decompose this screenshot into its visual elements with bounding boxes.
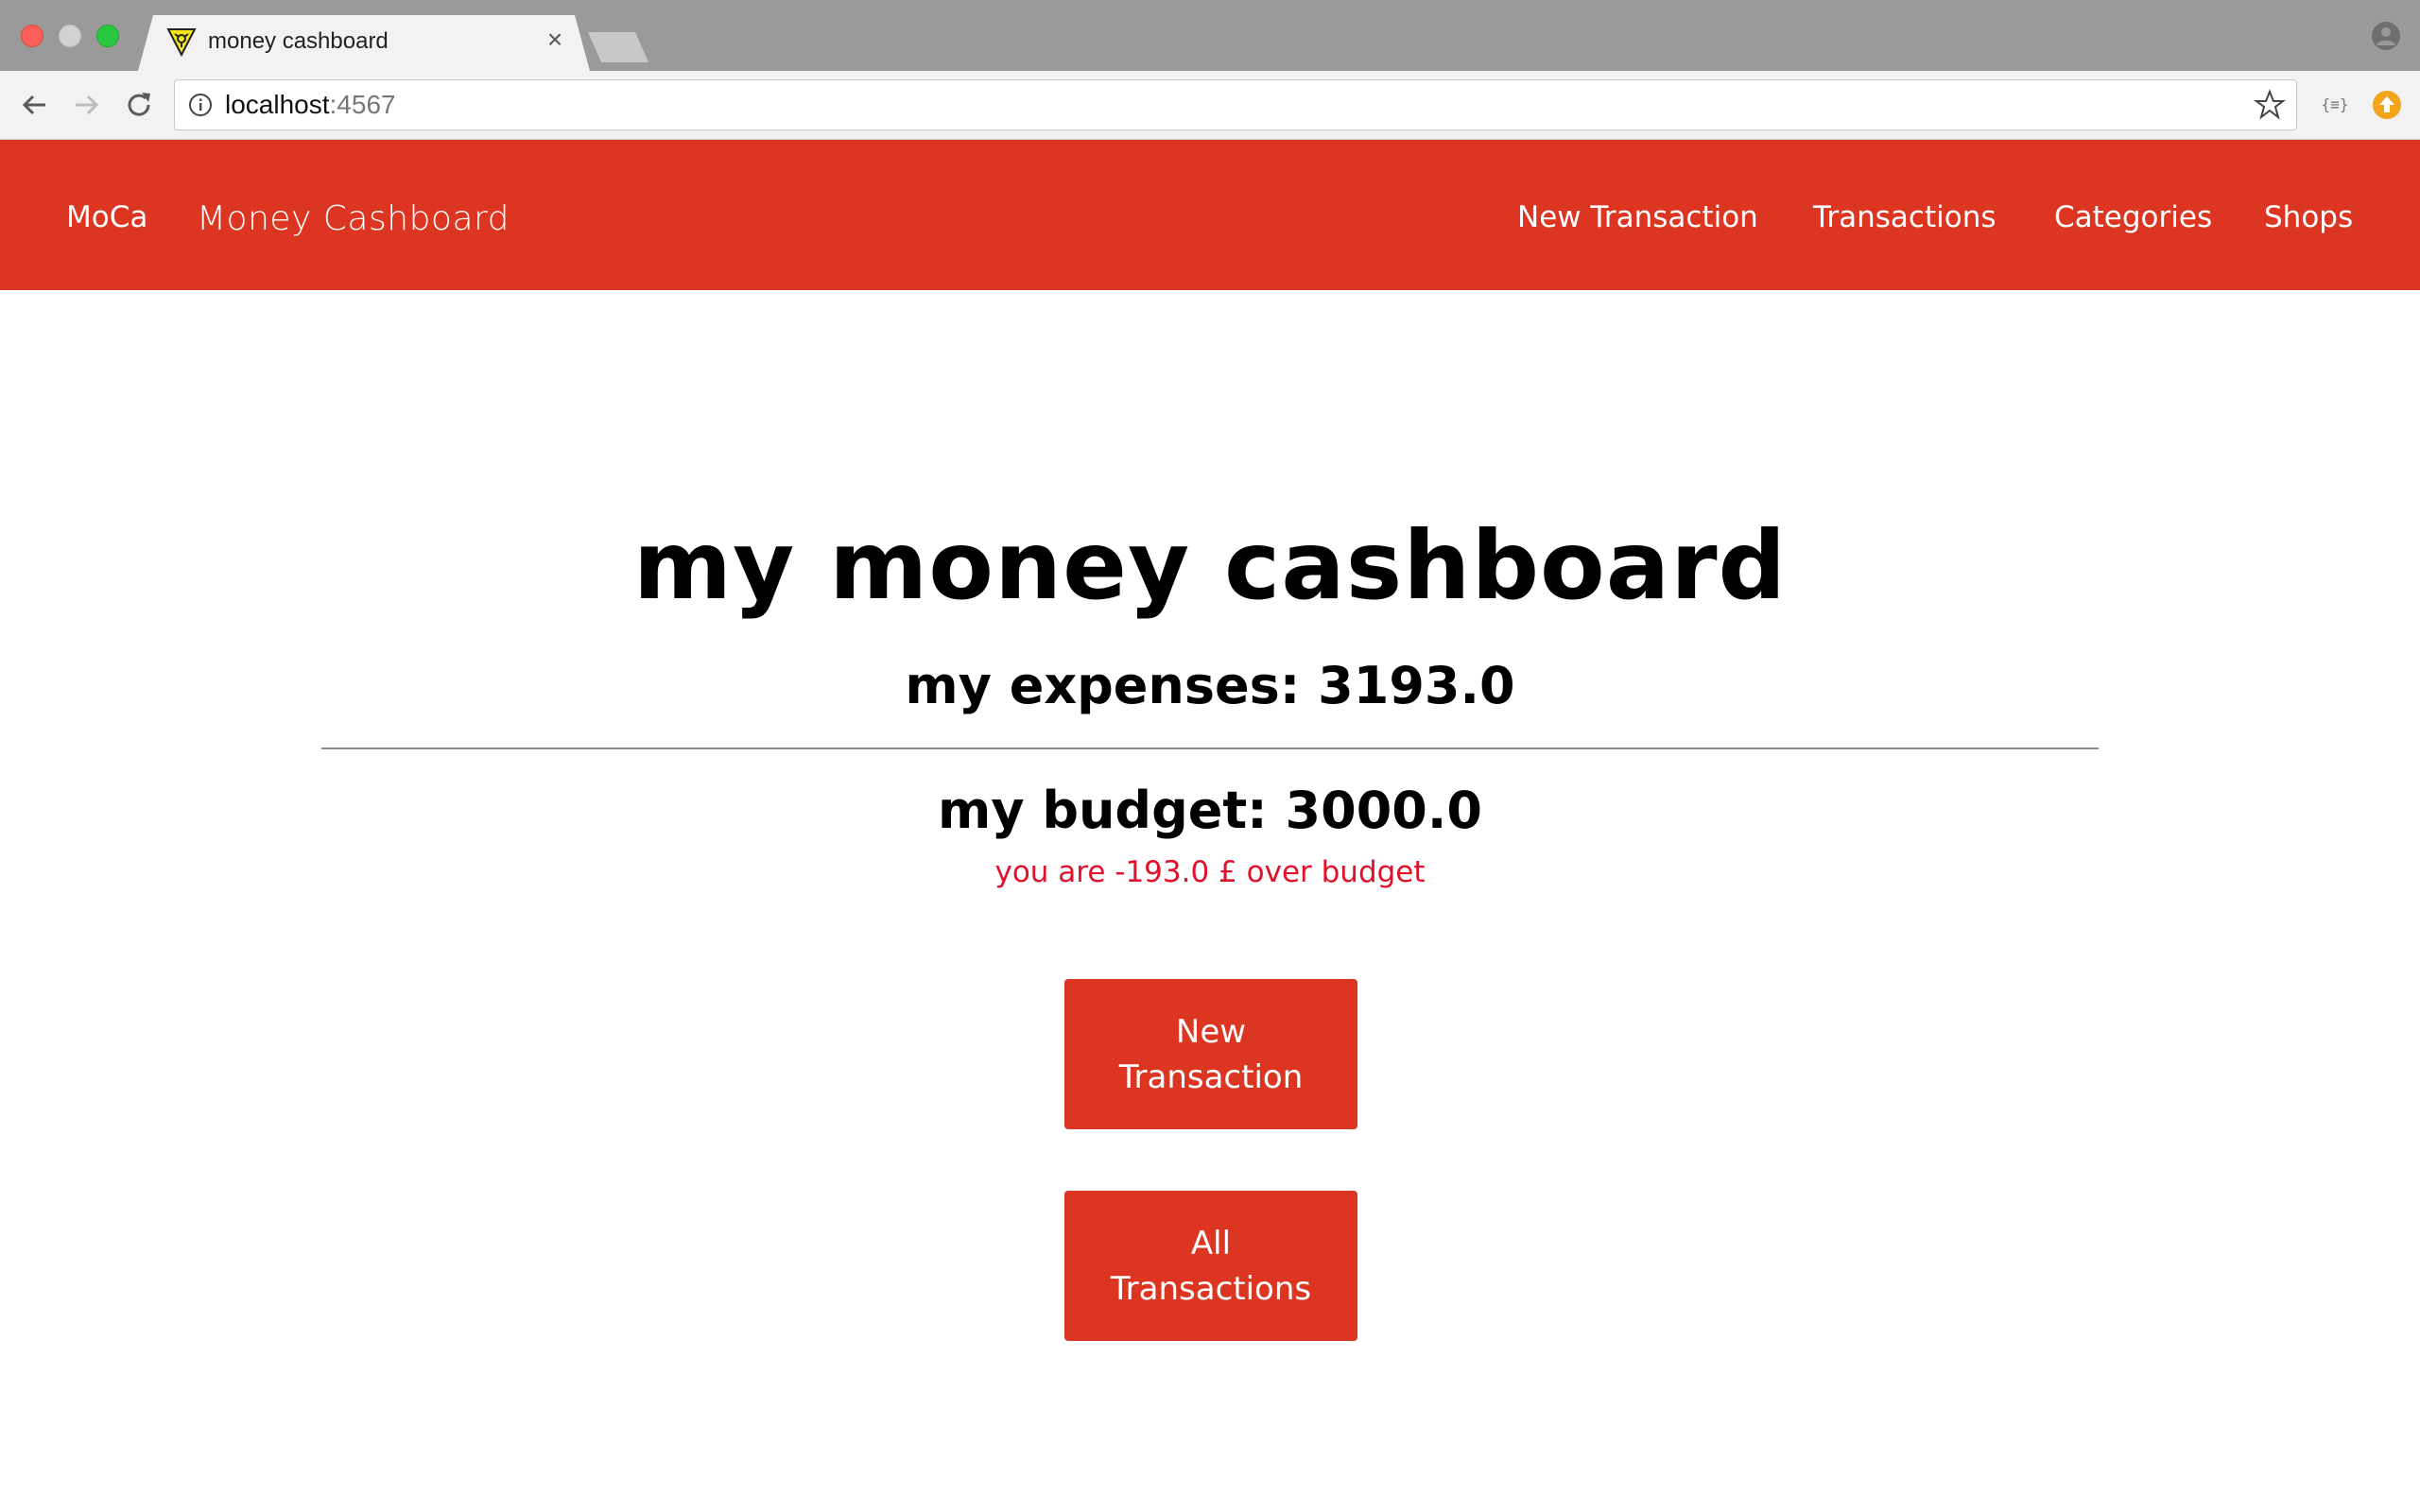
back-arrow-icon[interactable] <box>17 87 53 123</box>
expenses-total: my expenses: 3193.0 <box>905 656 1515 715</box>
bookmark-star-icon[interactable] <box>2254 89 2286 121</box>
nav-link-transactions[interactable]: Transactions <box>1813 200 1996 234</box>
brand-link[interactable]: MoCa <box>66 200 147 234</box>
address-bar[interactable] <box>174 79 2297 130</box>
tab-close-icon[interactable]: × <box>543 26 567 53</box>
budget-total: my budget: 3000.0 <box>938 781 1482 840</box>
favicon-icon <box>166 28 197 57</box>
extension-update-icon[interactable] <box>2371 89 2403 121</box>
info-icon[interactable] <box>187 92 214 118</box>
reload-icon[interactable] <box>121 87 157 123</box>
all-transactions-button[interactable]: All Transactions <box>1064 1191 1357 1341</box>
window-close-button[interactable] <box>21 25 43 47</box>
divider <box>321 747 2099 749</box>
brand-subtitle: Money Cashboard <box>197 199 510 238</box>
nav-link-shops[interactable]: Shops <box>2264 200 2353 234</box>
new-transaction-button-label: New Transaction <box>1118 1012 1304 1096</box>
nav-link-categories[interactable]: Categories <box>2054 200 2212 234</box>
all-transactions-button-label: All Transactions <box>1110 1224 1312 1308</box>
nav-link-new-transaction[interactable]: New Transaction <box>1517 200 1758 234</box>
new-transaction-button[interactable]: New Transaction <box>1064 979 1357 1129</box>
tab-title: money cashboard <box>208 28 389 54</box>
url-port: :4567 <box>329 90 396 119</box>
page-title: my money cashboard <box>632 510 1788 621</box>
extension-json-icon[interactable]: {≡} <box>2318 92 2352 118</box>
url-host: localhost <box>225 90 330 119</box>
profile-icon[interactable] <box>2371 21 2401 51</box>
forward-arrow-icon[interactable] <box>68 87 104 123</box>
window-minimize-button[interactable] <box>59 25 81 47</box>
url-text[interactable]: localhost:4567 <box>225 90 396 120</box>
over-budget-warning: you are -193.0 £ over budget <box>994 855 1426 889</box>
window-maximize-button[interactable] <box>96 25 119 47</box>
